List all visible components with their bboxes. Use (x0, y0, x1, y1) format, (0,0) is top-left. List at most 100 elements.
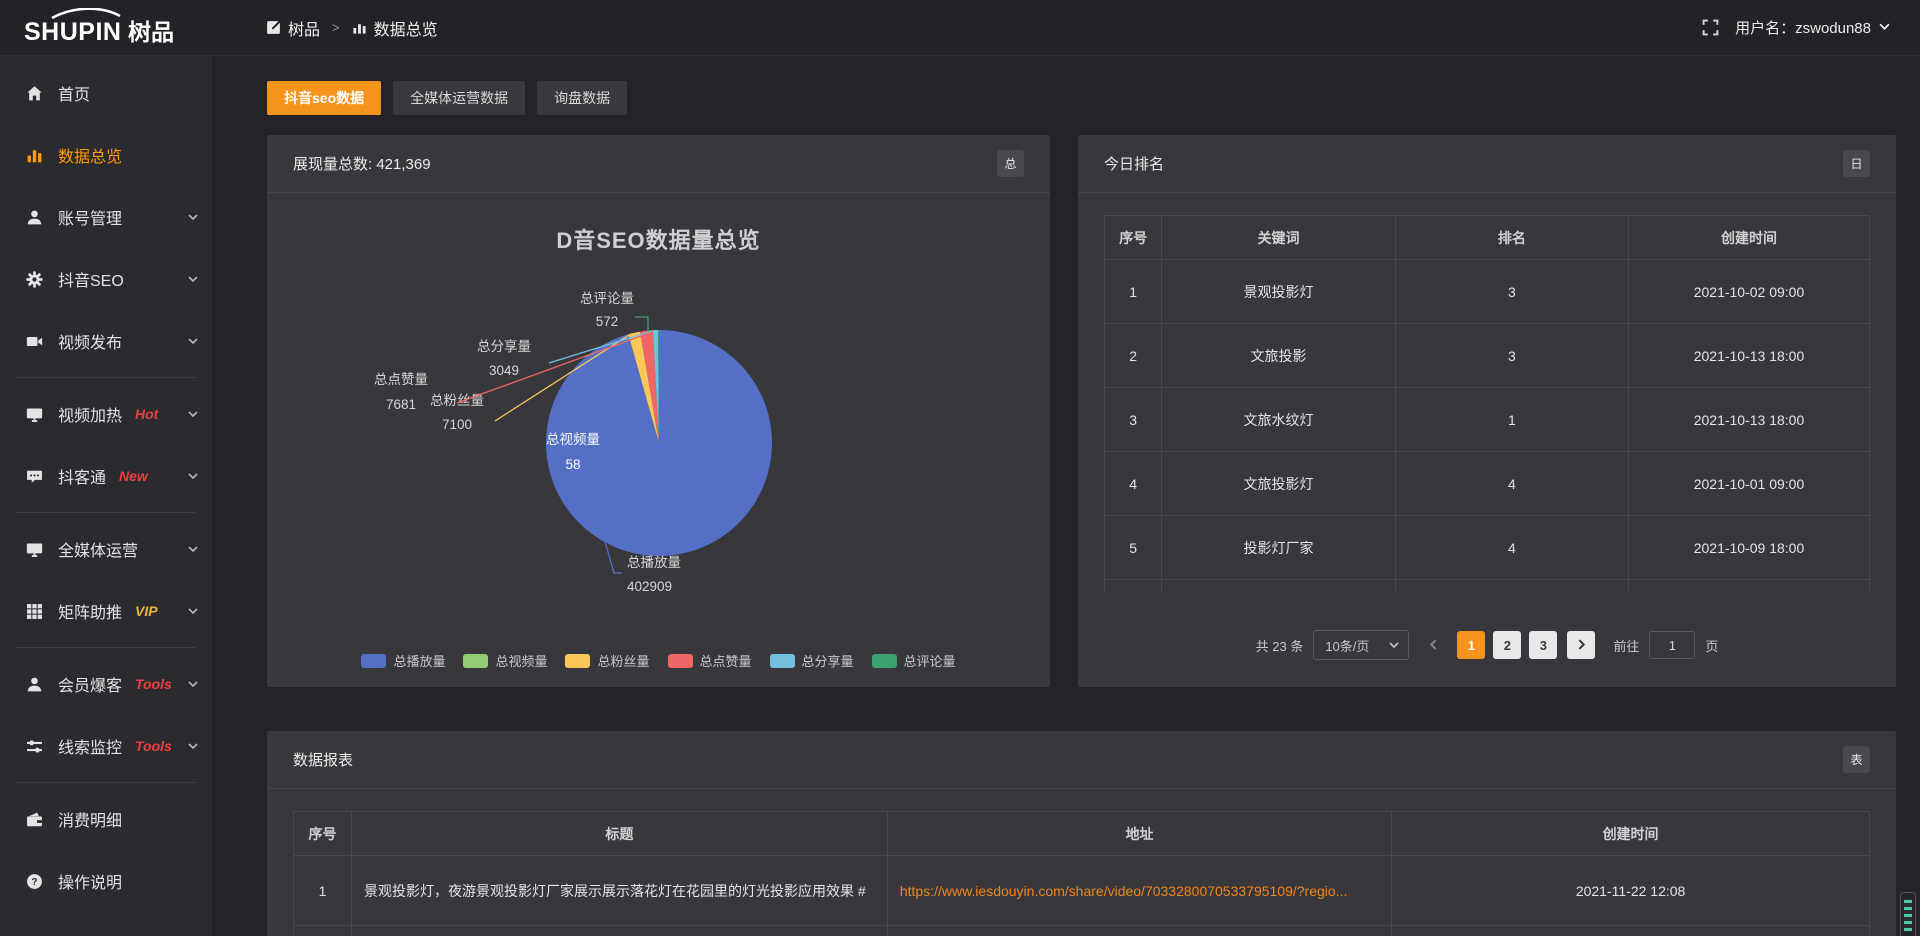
table-header-cell: 关键词 (1162, 216, 1395, 260)
table-row-partial (1105, 580, 1870, 592)
day-badge-button[interactable]: 日 (1843, 150, 1870, 177)
chevron-down-icon (188, 606, 198, 616)
sidebar-item-15[interactable]: 消费明细 (0, 788, 212, 850)
main-content: 抖音seo数据全媒体运营数据询盘数据 展现量总数: 421,369 总 D音SE… (212, 56, 1920, 936)
sidebar-item-2[interactable]: 账号管理 (0, 186, 212, 248)
float-widget[interactable] (1900, 892, 1916, 936)
table-header-cell: 地址 (887, 812, 1391, 856)
legend-item-4[interactable]: 总分享量 (770, 651, 854, 670)
legend-item-5[interactable]: 总评论量 (872, 651, 956, 670)
breadcrumb: 树品 > 数据总览 (266, 16, 438, 40)
legend-label: 总播放量 (393, 651, 445, 670)
sidebar-item-1[interactable]: 数据总览 (0, 124, 212, 186)
fullscreen-icon[interactable] (1702, 19, 1719, 36)
chevron-down-icon (188, 409, 198, 419)
video-icon (26, 333, 43, 350)
breadcrumb-root-label: 树品 (288, 16, 320, 40)
table-cell: 3 (1105, 388, 1162, 452)
table-row[interactable]: 5投影灯厂家42021-10-09 18:00 (1105, 516, 1870, 580)
legend-swatch (463, 654, 488, 668)
ranking-table: 序号关键词排名创建时间1景观投影灯32021-10-02 09:002文旅投影3… (1104, 215, 1870, 592)
pagination: 共 23 条 10条/页 123 前往 页 (1078, 630, 1896, 660)
sidebar-item-13[interactable]: 线索监控Tools (0, 715, 212, 777)
monitor-icon (26, 406, 43, 423)
sidebar-divider (16, 647, 196, 648)
pie-chart[interactable]: 总播放量402909总视频量58总粉丝量7100总点赞量7681总分享量3049… (267, 193, 1050, 628)
pie-label-name: 总播放量 (627, 555, 681, 570)
legend-item-2[interactable]: 总粉丝量 (565, 651, 649, 670)
data-tabs: 抖音seo数据全媒体运营数据询盘数据 (267, 81, 1896, 115)
table-cell: 2021-10-01 09:00 (1629, 452, 1870, 516)
report-panel-title: 数据报表 (293, 749, 353, 770)
breadcrumb-current[interactable]: 数据总览 (352, 16, 438, 40)
legend-label: 总粉丝量 (597, 651, 649, 670)
pie-label-name: 总评论量 (580, 291, 634, 306)
table-cell: 3 (1395, 324, 1628, 388)
page-size-select[interactable]: 10条/页 (1313, 630, 1409, 660)
legend-item-0[interactable]: 总播放量 (361, 651, 445, 670)
sidebar-item-4[interactable]: 视频发布 (0, 310, 212, 372)
legend-item-1[interactable]: 总视频量 (463, 651, 547, 670)
page-button-2[interactable]: 2 (1493, 631, 1521, 659)
legend-label: 总评论量 (904, 651, 956, 670)
select-chevron-icon (1389, 638, 1399, 653)
page-button-1[interactable]: 1 (1457, 631, 1485, 659)
report-url-link[interactable]: https://www.iesdouyin.com/share/video/70… (900, 883, 1348, 899)
tab-0[interactable]: 抖音seo数据 (267, 81, 381, 115)
chevron-down-icon (188, 471, 198, 481)
logo-text: SHUPIN (24, 18, 121, 46)
pie-label-value: 58 (565, 457, 580, 472)
page-button-3[interactable]: 3 (1529, 631, 1557, 659)
table-cell: 2021-10-13 18:00 (1629, 324, 1870, 388)
table-row[interactable]: 1景观投影灯，夜游景观投影灯厂家展示展示落花灯在花园里的灯光投影应用效果 #ht… (294, 856, 1870, 926)
table-row[interactable]: 4文旅投影灯42021-10-01 09:00 (1105, 452, 1870, 516)
sidebar-item-9[interactable]: 全媒体运营 (0, 518, 212, 580)
breadcrumb-root[interactable]: 树品 (266, 16, 320, 40)
pie-label-name: 总分享量 (477, 338, 531, 354)
table-row[interactable]: 2文旅投影32021-10-13 18:00 (1105, 324, 1870, 388)
report-body: 序号标题地址创建时间1景观投影灯，夜游景观投影灯厂家展示展示落花灯在花园里的灯光… (267, 789, 1896, 936)
wallet-icon (26, 811, 43, 828)
sidebar-item-0[interactable]: 首页 (0, 62, 212, 124)
help-icon: ? (26, 873, 43, 890)
grid-icon (26, 603, 43, 620)
total-badge-button[interactable]: 总 (997, 150, 1024, 177)
sidebar-item-3[interactable]: 抖音SEO (0, 248, 212, 310)
next-page-button[interactable] (1567, 631, 1595, 659)
table-badge-button[interactable]: 表 (1843, 746, 1870, 773)
prev-page-button[interactable] (1419, 631, 1447, 659)
sidebar-item-12[interactable]: 会员爆客Tools (0, 653, 212, 715)
pie-label-value: 402909 (627, 579, 672, 594)
chart-legend: 总播放量总视频量 总粉丝量总点赞量总分享量 总评论量 (267, 651, 1050, 670)
table-row[interactable]: 3文旅水纹灯12021-10-13 18:00 (1105, 388, 1870, 452)
sidebar-divider (16, 782, 196, 783)
table-cell: 4 (1395, 516, 1628, 580)
sidebar-item-7[interactable]: 抖客通New (0, 445, 212, 507)
table-row[interactable]: 1景观投影灯32021-10-02 09:00 (1105, 260, 1870, 324)
sidebar-item-label: 操作说明 (58, 869, 122, 893)
sidebar-item-6[interactable]: 视频加热Hot (0, 383, 212, 445)
pie-label-name: 总视频量 (546, 432, 600, 447)
pie-label-value: 7100 (442, 417, 472, 432)
pie-chart-area: D音SEO数据量总览 总播放量402909总视频量58总粉丝量7100总点赞量7… (267, 193, 1050, 686)
top-bar: SHUPIN 树品 树品 > 数据总览 用户名：zswodun88 (0, 0, 1920, 56)
legend-item-3[interactable]: 总点赞量 (668, 651, 752, 670)
bars-icon (26, 147, 43, 164)
sidebar-item-10[interactable]: 矩阵助推VIP (0, 580, 212, 642)
chevron-down-icon (188, 274, 198, 284)
sidebar-badge: VIP (135, 603, 158, 619)
tab-1[interactable]: 全媒体运营数据 (393, 81, 525, 115)
tab-2[interactable]: 询盘数据 (537, 81, 627, 115)
sidebar-item-16[interactable]: ? 操作说明 (0, 850, 212, 912)
user-menu[interactable]: 用户名：zswodun88 (1735, 17, 1890, 38)
goto-page-input[interactable] (1649, 631, 1695, 659)
overview-panel-title: 展现量总数: 421,369 (293, 153, 431, 174)
pie-label-value: 7681 (386, 397, 416, 412)
sidebar-badge: Tools (135, 676, 172, 692)
total-count: 共 23 条 (1256, 636, 1304, 655)
page-size-value: 10条/页 (1325, 636, 1369, 655)
table-cell: 2021-10-02 09:00 (1629, 260, 1870, 324)
pie-label-value: 3049 (489, 363, 519, 378)
logo[interactable]: SHUPIN 树品 (0, 8, 212, 48)
table-header-cell: 序号 (1105, 216, 1162, 260)
